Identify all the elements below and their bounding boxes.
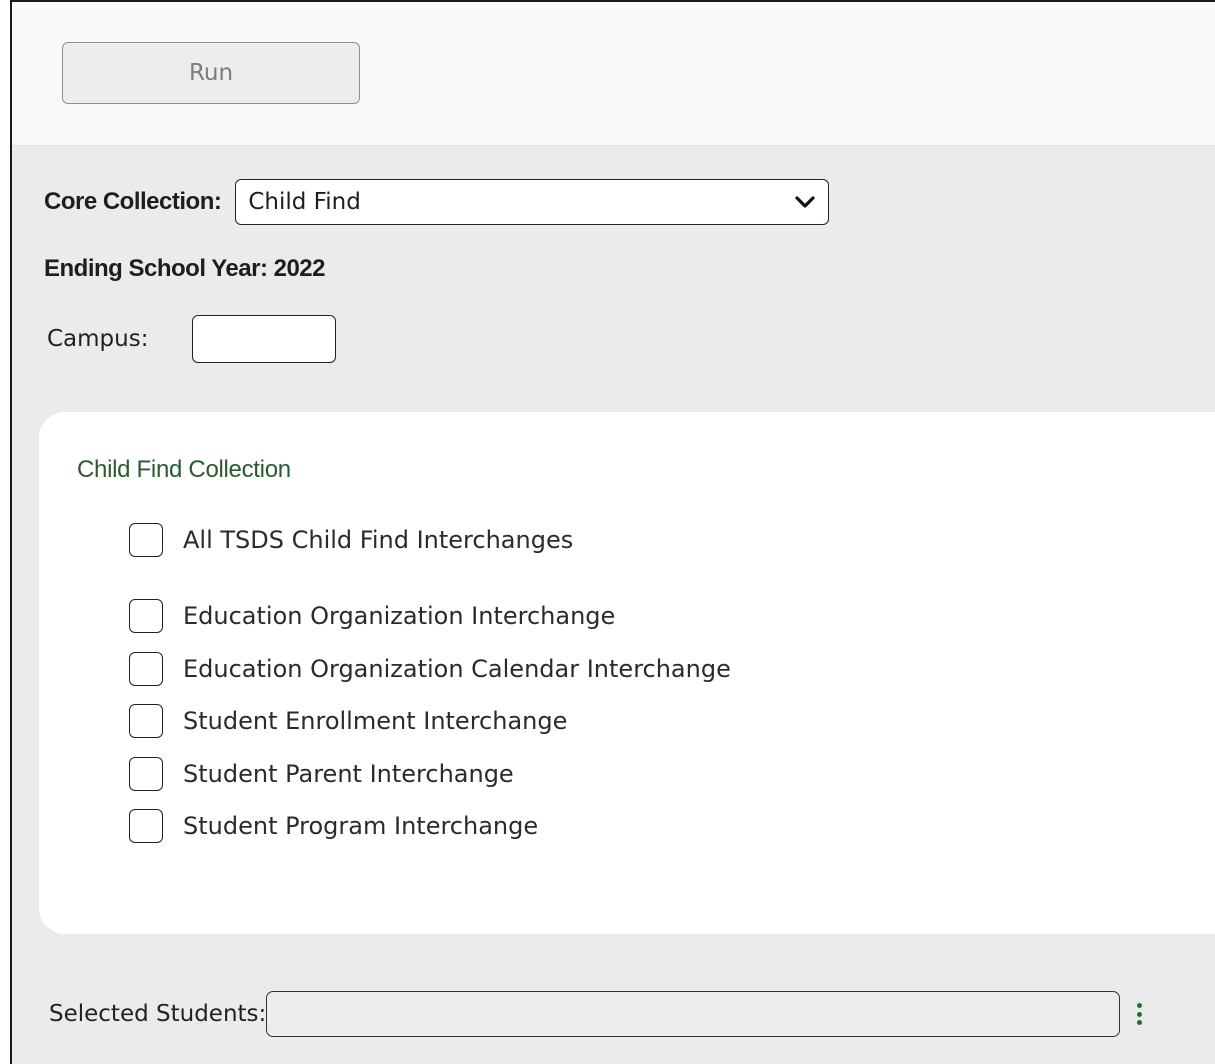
checkbox-row-all[interactable]: All TSDS Child Find Interchanges — [129, 523, 573, 557]
checkbox-row-item[interactable]: Education Organization Interchange — [129, 599, 615, 633]
panel-title: Child Find Collection — [77, 456, 291, 483]
checkbox-row-item[interactable]: Student Enrollment Interchange — [129, 704, 567, 738]
checkbox-label: Education Organization Interchange — [183, 602, 616, 630]
checkbox-student-program[interactable] — [129, 809, 163, 843]
selected-students-row: Selected Students: — [49, 991, 1146, 1037]
checkbox-label: Student Program Interchange — [183, 812, 539, 840]
ending-school-year-row: Ending School Year: 2022 — [44, 255, 326, 283]
checkbox-all-interchanges[interactable] — [129, 523, 163, 557]
checkbox-row-item[interactable]: Student Parent Interchange — [129, 757, 514, 791]
run-button[interactable]: Run — [62, 42, 360, 104]
child-find-collection-panel: Child Find Collection All TSDS Child Fin… — [39, 412, 1215, 934]
core-collection-label: Core Collection: — [44, 188, 222, 215]
checkbox-education-organization[interactable] — [129, 599, 163, 633]
core-collection-row: Core Collection: Child Find — [44, 179, 830, 225]
checkbox-student-parent[interactable] — [129, 757, 163, 791]
checkbox-label: Education Organization Calendar Intercha… — [183, 655, 731, 683]
core-collection-value: Child Find — [248, 189, 361, 215]
campus-input[interactable] — [192, 315, 337, 363]
campus-label: Campus: — [47, 326, 149, 352]
checkbox-label: Student Parent Interchange — [183, 760, 514, 788]
selected-students-input[interactable] — [266, 991, 1121, 1037]
chevron-down-icon — [794, 195, 816, 209]
ending-school-year: Ending School Year: 2022 — [44, 255, 326, 282]
selected-students-label: Selected Students: — [49, 1001, 267, 1027]
core-collection-select[interactable]: Child Find — [235, 179, 830, 225]
kebab-menu-icon[interactable] — [1132, 999, 1146, 1029]
checkbox-label: All TSDS Child Find Interchanges — [183, 526, 574, 554]
campus-row: Campus: — [47, 315, 337, 363]
checkbox-education-organization-calendar[interactable] — [129, 652, 163, 686]
checkbox-row-item[interactable]: Student Program Interchange — [129, 809, 538, 843]
checkbox-student-enrollment[interactable] — [129, 704, 163, 738]
checkbox-label: Student Enrollment Interchange — [183, 707, 568, 735]
toolbar: Run — [12, 2, 1215, 146]
checkbox-row-item[interactable]: Education Organization Calendar Intercha… — [129, 652, 731, 686]
page-frame: Run Core Collection: Child Find Ending S… — [10, 0, 1215, 1064]
